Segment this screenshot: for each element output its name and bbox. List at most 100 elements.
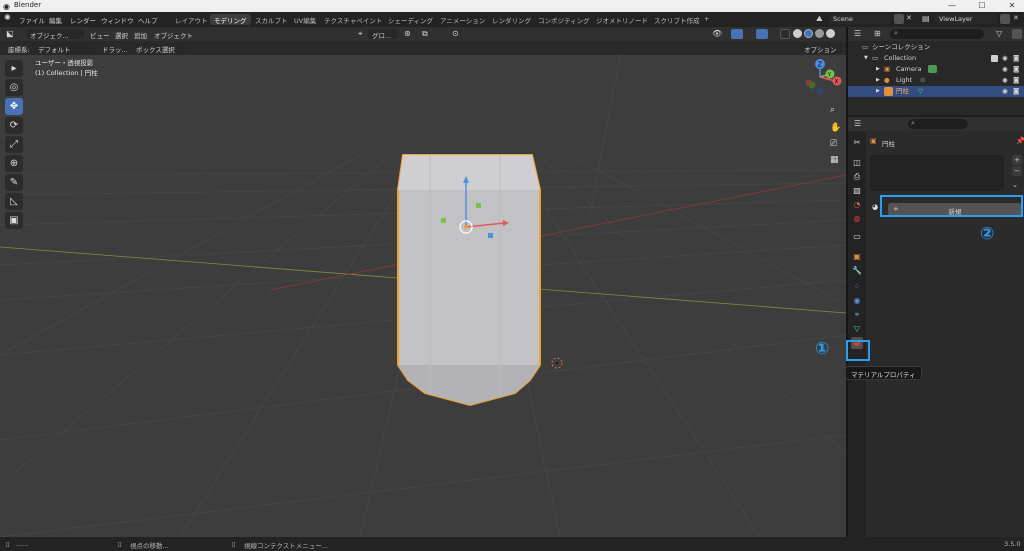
minimize-button[interactable]: — [942,0,962,12]
add-slot-button[interactable]: + [1012,155,1022,165]
tab-compositing[interactable]: コンポジティング [534,14,594,25]
mode-selector[interactable]: オブジェク... [26,29,84,40]
measure-tool[interactable]: ◺ [5,193,23,210]
menu-add[interactable]: 追加 [134,30,147,40]
modifier-tab-icon[interactable]: 🔧 [851,265,863,277]
xray-toggle-icon[interactable] [780,29,790,39]
eye-icon[interactable]: ◉ [1002,86,1008,97]
gizmo-toggle-icon[interactable] [731,29,743,39]
camera-render-icon[interactable]: ◙ [1013,53,1019,64]
eye-icon[interactable]: ◉ [1002,64,1008,75]
output-tab-icon[interactable]: ⎙ [851,171,863,183]
material-shading-icon[interactable] [815,29,824,38]
tab-scripting[interactable]: スクリプト作成 [650,14,704,25]
visibility-icon[interactable]: 👁 [712,29,722,38]
outliner-row-light[interactable]: ▶ ● Light ⊙ ◉ ◙ [848,75,1024,86]
menu-help[interactable]: ヘルプ [138,15,158,25]
maximize-button[interactable]: ☐ [972,0,992,12]
3d-cursor[interactable] [551,357,563,369]
rotate-tool[interactable]: ⟳ [5,117,23,134]
view-layer-selector[interactable]: ViewLayer [935,14,997,24]
tab-modeling[interactable]: モデリング [210,14,251,25]
proportional-edit-icon[interactable]: ⊙ [452,29,459,38]
camera-render-icon[interactable]: ◙ [1013,86,1019,97]
overlay-toggle-icon[interactable] [756,29,768,39]
zoom-icon[interactable]: ⌕ [830,105,835,115]
remove-slot-button[interactable]: − [1012,166,1022,176]
camera-render-icon[interactable]: ◙ [1013,64,1019,75]
new-scene-icon[interactable] [894,14,904,24]
scene-selector[interactable]: Scene [829,14,891,24]
tab-uv-editing[interactable]: UV編集 [290,14,320,25]
outliner-editor-icon[interactable]: ☰ [854,29,861,38]
delete-scene-icon[interactable]: ✕ [906,14,912,22]
tab-sculpt[interactable]: スカルプト [251,14,292,25]
browse-material-icon[interactable]: ◕ [872,203,878,211]
transform-tool[interactable]: ⊕ [5,155,23,172]
menu-view[interactable]: ビュー [90,30,110,40]
editor-type-icon[interactable]: ⬕ [6,29,14,38]
annotate-tool[interactable]: ✎ [5,174,23,191]
pan-hand-icon[interactable]: ✋ [830,121,841,133]
view-layer-tab-icon[interactable]: ▨ [851,185,863,197]
properties-editor-icon[interactable]: ☰ [854,119,861,128]
orientation-axes[interactable]: Z Y X ⌕ ✋ ⎚ ▦ [800,55,846,170]
navigation-gizmo[interactable]: Z Y X ⌕ ✋ ⎚ ▦ [800,55,846,170]
exclude-checkbox[interactable] [991,55,998,62]
tab-shading[interactable]: シェーディング [384,14,437,25]
menu-window[interactable]: ウィンドウ [101,15,134,25]
cylinder-object[interactable] [397,154,541,407]
eye-icon[interactable]: ◉ [1002,53,1008,64]
menu-edit[interactable]: 編集 [49,15,62,25]
transform-orientation-selector[interactable]: グロ... [368,29,398,40]
drag-select-mode[interactable]: ボックス選択 [132,43,186,54]
cursor-tool[interactable]: ◎ [5,79,23,96]
tab-layout[interactable]: レイアウト [171,14,212,25]
slot-specials-chevron-icon[interactable]: ⌄ [1012,181,1018,189]
outliner-display-mode-icon[interactable]: ⊞ [874,29,881,38]
constraint-tab-icon[interactable]: ⚭ [851,309,863,321]
filter-icon[interactable]: ▽ [996,29,1002,38]
add-workspace-button[interactable]: + [700,14,713,25]
physics-tab-icon[interactable]: ◉ [851,295,863,307]
object-tab-icon[interactable]: ▣ [851,251,863,263]
expand-arrow-icon[interactable]: ▶ [876,75,880,86]
tab-texture-paint[interactable]: テクスチャペイント [320,14,386,25]
scene-tab-icon[interactable]: ◔ [851,199,863,211]
menu-render[interactable]: レンダー [70,15,96,25]
tool-tab-icon[interactable]: ✂ [851,137,863,149]
menu-file[interactable]: ファイル [19,15,45,25]
material-slot-list[interactable] [870,155,1004,191]
outliner-row-scene-collection[interactable]: ▭ シーンコレクション [848,42,1024,53]
expand-arrow-icon[interactable]: ▶ [876,64,880,75]
tab-geometry-nodes[interactable]: ジオメトリノード [592,14,652,25]
scale-tool[interactable]: ⤢ [5,136,23,153]
eye-icon[interactable]: ◉ [1002,75,1008,86]
perspective-toggle-icon[interactable]: ▦ [830,155,839,165]
select-box-tool[interactable]: ▸ [5,60,23,77]
tab-rendering[interactable]: レンダリング [488,14,535,25]
expand-chevron-icon[interactable]: ▼ [864,53,868,64]
options-dropdown[interactable]: オプション [800,43,842,54]
world-tab-icon[interactable]: ◍ [851,213,863,225]
camera-render-icon[interactable]: ◙ [1013,75,1019,86]
particles-tab-icon[interactable]: ⁘ [851,281,863,293]
outliner-search-input[interactable]: ⌕ [890,29,984,39]
add-cube-tool[interactable]: ▣ [5,212,23,229]
close-button[interactable]: ✕ [1002,0,1022,12]
render-tab-icon[interactable]: ◫ [851,157,863,169]
collection-tab-icon[interactable]: ▭ [851,231,863,243]
delete-view-layer-icon[interactable]: ✕ [1013,14,1019,22]
wireframe-shading-icon[interactable] [793,29,802,38]
camera-view-icon[interactable]: ⎚ [830,139,838,149]
new-collection-icon[interactable] [1012,29,1022,39]
data-tab-icon[interactable]: ▽ [851,323,863,335]
menu-object[interactable]: オブジェクト [154,30,193,40]
orientation-selector[interactable]: デフォルト [34,43,96,54]
outliner-row-camera[interactable]: ▶ ▣ Camera ◉ ◙ [848,64,1024,75]
menu-select[interactable]: 選択 [115,30,128,40]
snap-icon[interactable]: ⧉ [422,29,428,39]
rendered-shading-icon[interactable] [826,29,835,38]
3d-viewport[interactable] [0,55,846,537]
properties-search-input[interactable]: ⌕ [908,119,968,129]
